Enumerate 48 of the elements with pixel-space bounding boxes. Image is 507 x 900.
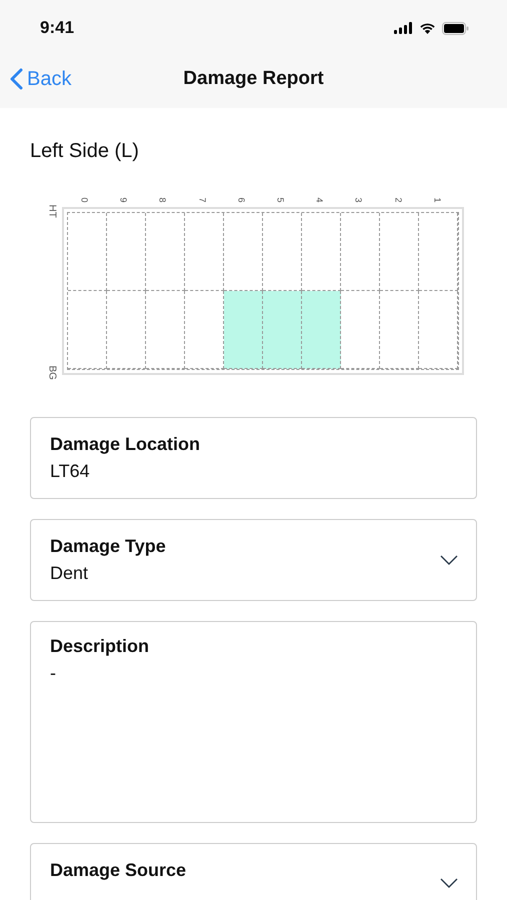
grid-cell[interactable] xyxy=(68,291,107,369)
grid-cell[interactable] xyxy=(341,213,380,291)
row-label: BG xyxy=(46,366,58,382)
text-area[interactable]: Description - xyxy=(30,621,477,823)
grid-cell[interactable] xyxy=(380,213,419,291)
field-label: Damage Type xyxy=(50,536,166,557)
chevron-down-icon[interactable] xyxy=(440,878,458,888)
field-label: Description xyxy=(50,636,150,657)
column-label: 5 xyxy=(276,198,286,202)
field-value: LT64 xyxy=(50,461,91,482)
column-label: 2 xyxy=(393,198,404,202)
field-value: Dent xyxy=(50,563,90,584)
status-time: 9:41 xyxy=(40,18,74,38)
field-value: - xyxy=(50,663,57,684)
column-label: 3 xyxy=(354,198,364,202)
column-label: 7 xyxy=(197,198,208,202)
dropdown-field[interactable]: Damage Type Dent xyxy=(30,519,477,601)
grid-cell[interactable] xyxy=(146,291,185,369)
grid-cell[interactable] xyxy=(419,291,458,369)
field-label: Damage Source xyxy=(50,860,186,881)
chevron-down-icon[interactable] xyxy=(440,555,458,565)
grid-cell[interactable] xyxy=(341,291,380,369)
row-label: HT xyxy=(46,204,58,220)
grid-cell[interactable] xyxy=(107,291,146,369)
battery-icon xyxy=(442,22,469,34)
grid-cell[interactable] xyxy=(380,291,419,369)
input-field[interactable]: Damage Location LT64 xyxy=(30,417,477,499)
grid-cell[interactable] xyxy=(68,213,107,291)
chevron-left-icon xyxy=(10,68,23,90)
column-label: 8 xyxy=(158,198,168,202)
screen-title: Damage Report xyxy=(183,68,324,89)
column-label: 1 xyxy=(432,198,442,202)
grid-cell[interactable] xyxy=(263,291,302,369)
grid-cell[interactable] xyxy=(185,213,224,291)
grid-cell[interactable] xyxy=(302,291,341,369)
wifi-icon xyxy=(419,22,436,34)
column-label: 9 xyxy=(118,198,129,202)
dropdown-field[interactable]: Damage Source xyxy=(30,843,477,900)
signal-icon xyxy=(394,22,413,34)
grid-cell[interactable] xyxy=(224,291,263,369)
section-title: Left Side (L) xyxy=(30,140,140,163)
column-label: 0 xyxy=(80,198,90,202)
column-label: 6 xyxy=(236,198,246,202)
field-label: Damage Location xyxy=(50,434,200,455)
grid-cell[interactable] xyxy=(107,213,146,291)
grid-cell[interactable] xyxy=(146,213,185,291)
grid-cell[interactable] xyxy=(419,213,458,291)
column-label: 4 xyxy=(314,198,325,202)
